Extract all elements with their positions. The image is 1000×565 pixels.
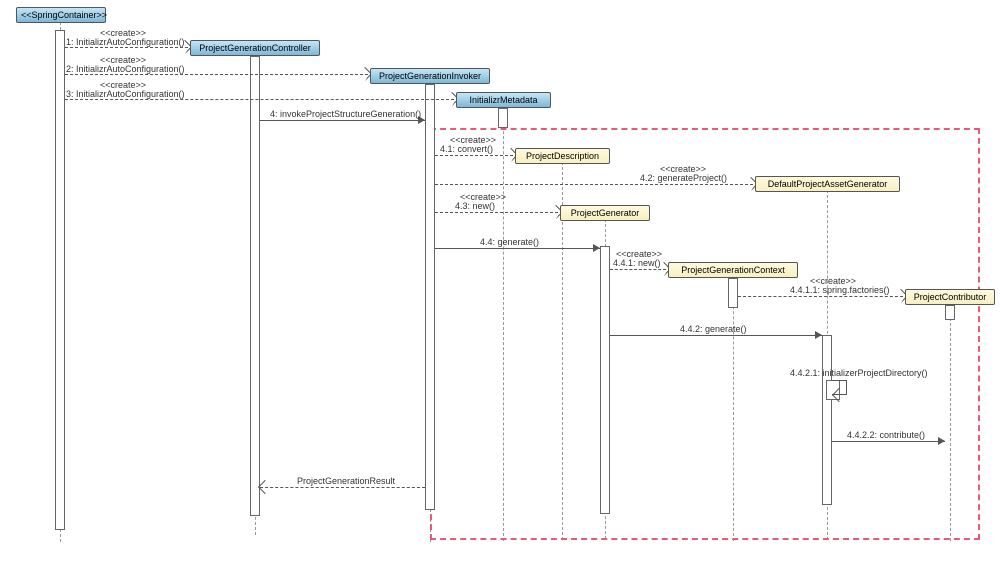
label: 4.4: generate() [480, 237, 539, 247]
arrow-icon [593, 244, 600, 252]
msg-4-1 [435, 155, 513, 156]
participant-pg-invoker: ProjectGenerationInvoker [370, 68, 490, 84]
activation [55, 30, 65, 530]
participant-label: ProjectDescription [526, 151, 599, 161]
msg-4-3 [435, 212, 558, 213]
participant-label: ProjectGenerationController [199, 43, 311, 53]
participant-spring-container: <<SpringContainer>> [16, 7, 106, 23]
msg-4-2 [435, 184, 753, 185]
activation [945, 305, 955, 320]
participant-label: ProjectGenerationInvoker [379, 71, 481, 81]
participant-project-description: ProjectDescription [515, 148, 610, 164]
label: 4.4.2.2: contribute() [847, 430, 925, 440]
msg-4-4-2-2 [832, 441, 945, 442]
label: ProjectGenerationResult [297, 476, 395, 486]
participant-label: ProjectGenerator [571, 208, 640, 218]
label: 4.4.1: new() [613, 258, 661, 268]
msg-create-2 [65, 74, 368, 75]
participant-label: InitializrMetadata [469, 95, 537, 105]
activation [728, 278, 738, 308]
participant-label: ProjectGenerationContext [681, 265, 785, 275]
participant-pg-context: ProjectGenerationContext [668, 262, 798, 278]
arrow-icon [938, 437, 945, 445]
label: 4: invokeProjectStructureGeneration() [270, 109, 421, 119]
participant-initializr-metadata: InitializrMetadata [456, 92, 551, 108]
label: 4.2: generateProject() [640, 173, 727, 183]
msg-4-4-2 [610, 335, 822, 336]
label: 4.4.2: generate() [680, 324, 747, 334]
label: 1: InitializrAutoConfiguration() [66, 37, 185, 47]
activation [600, 246, 610, 514]
label: 2: InitializrAutoConfiguration() [66, 64, 185, 74]
msg-4-4-1-1 [738, 296, 903, 297]
participant-project-generator: ProjectGenerator [560, 205, 650, 221]
activation [250, 56, 260, 516]
label: 3: InitializrAutoConfiguration() [66, 89, 185, 99]
participant-pg-controller: ProjectGenerationController [190, 40, 320, 56]
msg-create-3 [65, 99, 454, 100]
label: 4.4.1.1: spring.factories() [790, 285, 890, 295]
activation [498, 108, 508, 128]
participant-default-asset-gen: DefaultProjectAssetGenerator [755, 176, 900, 192]
arrow-icon [815, 331, 822, 339]
msg-4-4 [435, 248, 600, 249]
participant-label: ProjectContributor [914, 292, 987, 302]
participant-project-contributor: ProjectContributor [905, 289, 995, 305]
activation [425, 84, 435, 510]
label: 4.3: new() [455, 201, 495, 211]
activation [822, 335, 832, 505]
participant-label: DefaultProjectAssetGenerator [768, 179, 888, 189]
label: 4.1: convert() [440, 144, 493, 154]
sequence-diagram: <<SpringContainer>> ProjectGenerationCon… [0, 0, 1000, 565]
msg-4 [260, 120, 425, 121]
participant-label: <<SpringContainer>> [21, 10, 107, 20]
label: 4.4.2.1: initializerProjectDirectory() [790, 368, 928, 378]
msg-return [260, 487, 425, 488]
arrow-icon [258, 480, 272, 494]
msg-create-1 [65, 47, 188, 48]
